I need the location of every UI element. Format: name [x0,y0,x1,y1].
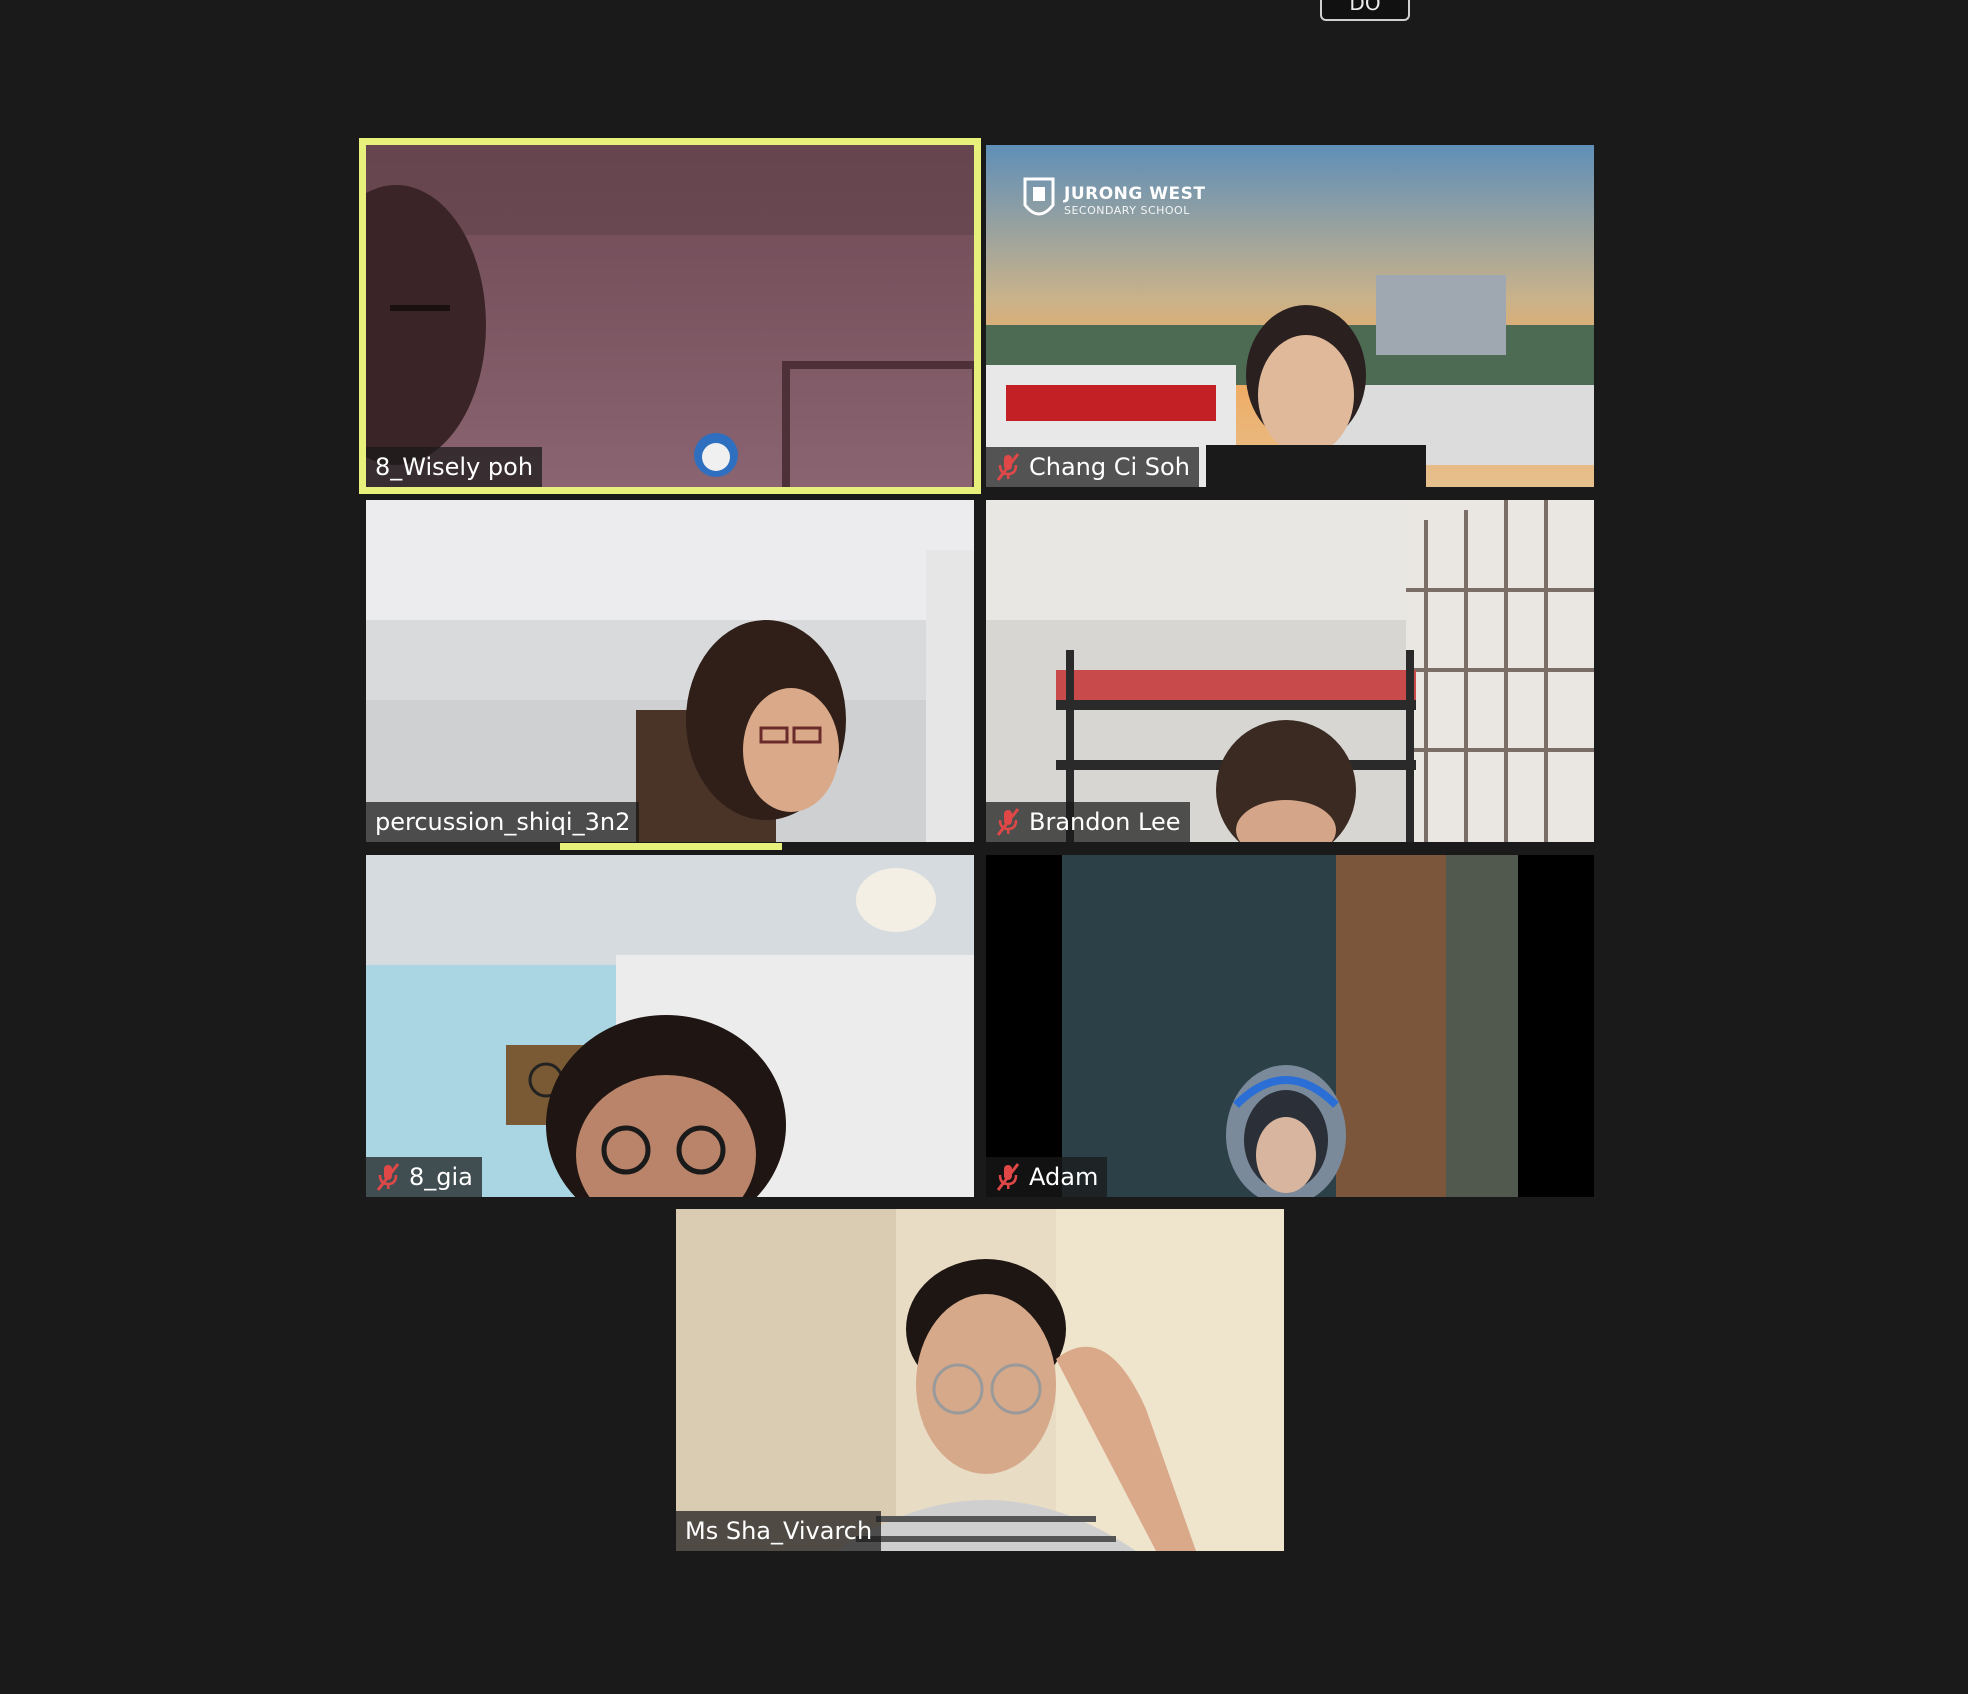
video-feed [986,855,1594,1197]
video-feed [986,500,1594,842]
participant-name: percussion_shiqi_3n2 [375,808,631,836]
participant-name: 8_Wisely poh [375,453,534,481]
video-feed [366,855,974,1197]
school-crest-icon [1023,177,1055,216]
participant-name-tag: percussion_shiqi_3n2 [366,802,640,842]
video-feed [366,500,974,842]
school-name-line1: JURONG WEST [1064,183,1206,204]
video-tile-active-speaker[interactable]: 8_Wisely poh [359,138,981,494]
participant-name: Brandon Lee [1029,808,1181,836]
video-tile[interactable]: Brandon Lee [986,500,1594,842]
meeting-gallery-view: DO 8_Wisely poh JURONG WEST SECONDARY SC… [0,0,1968,1694]
top-toolbar-button[interactable]: DO [1320,0,1410,21]
microphone-muted-icon [996,453,1020,481]
video-tile[interactable]: 8_gia [366,855,974,1197]
participant-name: Adam [1029,1163,1099,1191]
video-feed [366,145,974,487]
microphone-muted-icon [376,1163,400,1191]
participant-name: Chang Ci Soh [1029,453,1190,481]
school-logo: JURONG WEST SECONDARY SCHOOL [1022,175,1205,225]
video-tile[interactable]: JURONG WEST SECONDARY SCHOOL Chang Ci So… [986,145,1594,487]
microphone-muted-icon [996,1163,1020,1191]
participant-name-tag: Adam [986,1157,1108,1197]
participant-name: Ms Sha_Vivarch [685,1517,873,1545]
microphone-muted-icon [996,808,1020,836]
top-toolbar-button-label: DO [1349,0,1381,15]
video-tile[interactable]: Ms Sha_Vivarch [676,1209,1284,1551]
participant-name-tag: Ms Sha_Vivarch [676,1511,882,1551]
participant-name-tag: 8_gia [366,1157,482,1197]
video-tile[interactable]: Adam [986,855,1594,1197]
video-tile[interactable]: percussion_shiqi_3n2 [366,500,974,842]
audio-level-indicator [560,843,782,850]
participant-name-tag: Chang Ci Soh [986,447,1199,487]
participant-name-tag: 8_Wisely poh [366,447,543,487]
school-name-line2: SECONDARY SCHOOL [1064,203,1190,217]
participant-name: 8_gia [409,1163,473,1191]
participant-name-tag: Brandon Lee [986,802,1190,842]
video-feed [676,1209,1284,1551]
